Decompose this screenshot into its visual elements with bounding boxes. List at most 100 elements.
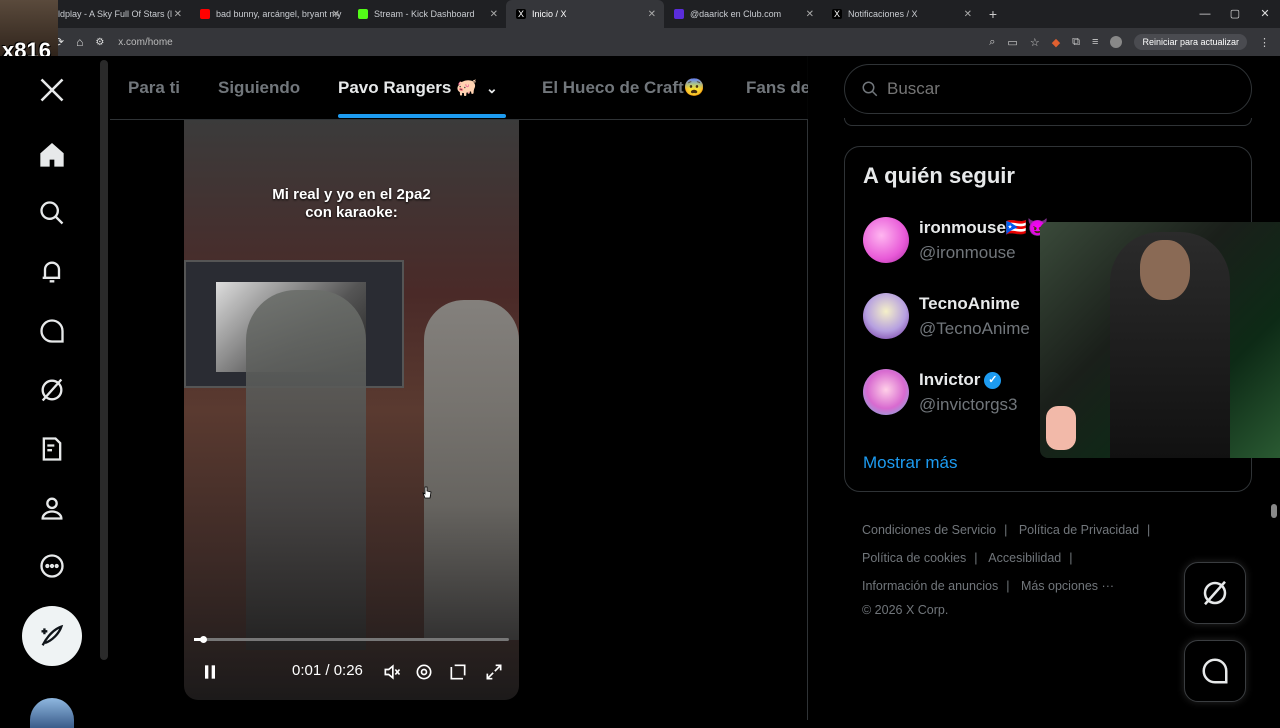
video-player[interactable]: Mi real y yo en el 2pa2 con karaoke: 0:0… xyxy=(184,120,519,700)
separator: | xyxy=(1147,523,1151,537)
pip-icon[interactable] xyxy=(448,662,468,686)
chevron-down-icon[interactable]: ⌄ xyxy=(486,80,498,97)
profile-icon[interactable] xyxy=(36,492,68,524)
lists-icon[interactable] xyxy=(36,433,68,465)
separator: | xyxy=(1069,551,1073,565)
tab-following[interactable]: Siguiendo xyxy=(218,78,300,98)
feed-tabs: Para ti Siguiendo Pavo Rangers 🐖 ⌄ El Hu… xyxy=(110,56,808,120)
browser-tab[interactable]: @daarick en Club.com ✕ xyxy=(664,0,822,28)
close-window-button[interactable]: ✕ xyxy=(1250,0,1280,28)
user-name[interactable]: ironmouse🇵🇷😈 xyxy=(919,218,1048,238)
search-icon[interactable] xyxy=(36,197,68,229)
video-progress-bar[interactable] xyxy=(194,636,509,643)
left-navigation xyxy=(0,56,110,728)
account-avatar[interactable] xyxy=(30,698,74,728)
close-icon[interactable]: ✕ xyxy=(332,9,340,20)
extension-icon[interactable]: ◆ xyxy=(1052,36,1060,49)
browser-tab-active[interactable]: X Inicio / X ✕ xyxy=(506,0,664,28)
site-info-icon[interactable]: ⚙ xyxy=(95,37,104,48)
pause-icon[interactable] xyxy=(200,662,220,686)
caption-line: Mi real y yo en el 2pa2 xyxy=(272,186,431,203)
cookies-link[interactable]: Política de cookies xyxy=(862,551,966,565)
bell-icon[interactable] xyxy=(36,256,68,288)
tab-for-you[interactable]: Para ti xyxy=(128,78,180,98)
separator: | xyxy=(1004,523,1008,537)
mute-icon[interactable] xyxy=(382,662,402,686)
tab-title: Inicio / X xyxy=(532,9,567,19)
x-logo-icon[interactable] xyxy=(36,74,68,106)
browser-tab[interactable]: X Notificaciones / X ✕ xyxy=(822,0,980,28)
scrollbar-thumb[interactable] xyxy=(1271,504,1277,518)
main-feed: Para ti Siguiendo Pavo Rangers 🐖 ⌄ El Hu… xyxy=(110,56,808,720)
messages-icon[interactable] xyxy=(36,315,68,347)
progress-knob[interactable] xyxy=(200,636,207,643)
grok-icon[interactable] xyxy=(36,374,68,406)
close-icon[interactable]: ✕ xyxy=(648,9,656,20)
update-button[interactable]: Reiniciar para actualizar xyxy=(1134,34,1247,50)
user-name[interactable]: Invictor ✓ xyxy=(919,370,1002,390)
accessibility-link[interactable]: Accesibilidad xyxy=(988,551,1061,565)
video-controls: 0:01 / 0:26 xyxy=(184,660,519,690)
avatar[interactable] xyxy=(863,217,909,263)
settings-gear-icon[interactable] xyxy=(414,662,434,686)
maximize-button[interactable]: ▢ xyxy=(1220,0,1250,28)
grok-icon xyxy=(1203,580,1227,606)
close-icon[interactable]: ✕ xyxy=(174,9,182,20)
browser-tab-strip: ldplay - A Sky Full Of Stars (l ✕ bad bu… xyxy=(0,0,1280,28)
ads-info-link[interactable]: Información de anuncios xyxy=(862,579,998,593)
search-box[interactable] xyxy=(844,64,1252,114)
search-input[interactable] xyxy=(887,79,1187,99)
user-name[interactable]: TecnoAnime xyxy=(919,294,1020,314)
tab-title: Stream - Kick Dashboard xyxy=(374,9,475,19)
terms-link[interactable]: Condiciones de Servicio xyxy=(862,523,996,537)
nav-scrollbar[interactable] xyxy=(100,60,108,660)
x-icon: X xyxy=(832,9,842,19)
extensions-puzzle-icon[interactable]: ⧉ xyxy=(1072,36,1080,49)
home-icon[interactable] xyxy=(36,139,68,171)
browser-tab[interactable]: Stream - Kick Dashboard ✕ xyxy=(348,0,506,28)
who-to-follow-title: A quién seguir xyxy=(863,163,1015,188)
avatar[interactable] xyxy=(863,369,909,415)
compose-feather-icon xyxy=(41,624,64,646)
post-button[interactable] xyxy=(22,606,82,666)
tab-hueco-de-craft[interactable]: El Hueco de Craft😨 xyxy=(542,78,705,98)
video-person xyxy=(424,300,519,640)
minimize-button[interactable]: — xyxy=(1190,0,1220,28)
more-icon[interactable] xyxy=(36,550,68,582)
avatar[interactable] xyxy=(863,293,909,339)
close-icon[interactable]: ✕ xyxy=(806,9,814,20)
caption-line: con karaoke: xyxy=(305,204,398,221)
profile-avatar-icon[interactable] xyxy=(1110,36,1123,48)
bookmark-star-icon[interactable]: ☆ xyxy=(1030,36,1040,49)
home-button-icon[interactable]: ⌂ xyxy=(76,35,83,49)
user-handle: @ironmouse xyxy=(919,243,1016,262)
cast-icon[interactable]: ▭ xyxy=(1007,36,1017,49)
fullscreen-icon[interactable] xyxy=(484,662,504,686)
tab-title: ldplay - A Sky Full Of Stars (l xyxy=(58,9,173,19)
messages-icon xyxy=(1202,658,1228,684)
tab-fans-de[interactable]: Fans de xyxy=(746,78,808,98)
messages-float-button[interactable] xyxy=(1184,640,1246,702)
sticker-character xyxy=(1046,406,1076,450)
show-more-link[interactable]: Mostrar más xyxy=(863,453,957,473)
video-caption: Mi real y yo en el 2pa2 con karaoke: xyxy=(184,186,519,222)
close-icon[interactable]: ✕ xyxy=(964,9,972,20)
previous-card-edge xyxy=(844,118,1252,126)
kick-icon xyxy=(358,9,368,19)
more-options-link[interactable]: Más opciones ··· xyxy=(1021,579,1114,593)
menu-kebab-icon[interactable]: ⋮ xyxy=(1259,36,1270,49)
window-controls: — ▢ ✕ xyxy=(1190,0,1280,28)
new-tab-button[interactable]: + xyxy=(980,6,1006,22)
url-field[interactable]: x.com/home xyxy=(118,37,172,48)
browser-tab[interactable]: bad bunny, arcángel, bryant my ✕ xyxy=(190,0,348,28)
privacy-link[interactable]: Política de Privacidad xyxy=(1019,523,1139,537)
grok-float-button[interactable] xyxy=(1184,562,1246,624)
zoom-icon[interactable]: ⌕ xyxy=(989,36,995,49)
media-icon[interactable]: ≡ xyxy=(1092,36,1098,48)
page-scrollbar[interactable] xyxy=(1270,60,1278,716)
close-icon[interactable]: ✕ xyxy=(490,9,498,20)
streamer-webcam-overlay xyxy=(1040,222,1280,458)
tab-pavo-rangers[interactable]: Pavo Rangers 🐖 xyxy=(338,78,477,98)
cursor-hand-icon xyxy=(422,486,432,499)
youtube-icon xyxy=(200,9,210,19)
